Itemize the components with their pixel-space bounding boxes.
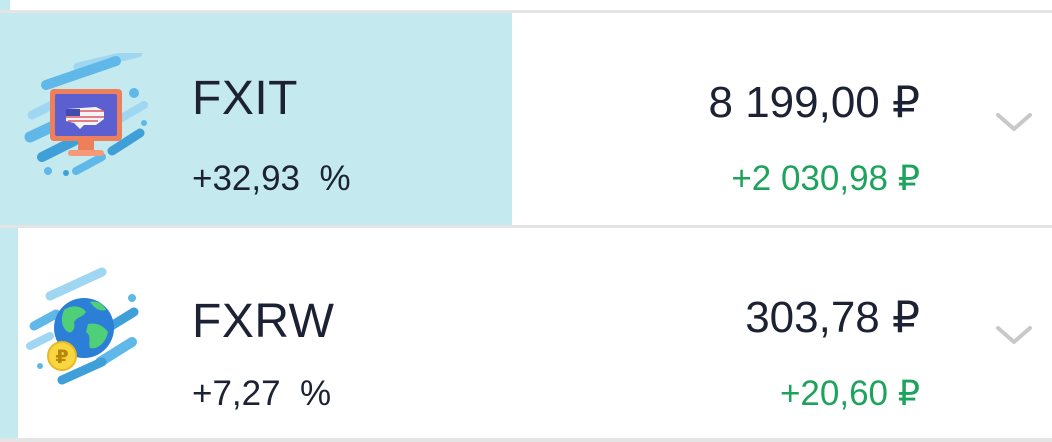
profit-amount: +2 030,98 ₽ [731,159,920,198]
fund-ticker: FXIT [192,72,298,125]
previous-row-highlight [0,0,10,10]
position-value: 8 199,00 ₽ [708,78,921,127]
us-flag-monitor-icon [24,53,148,176]
chevron-down-icon[interactable] [992,320,1036,350]
return-percent: +32,93 % [192,159,351,198]
divider [0,438,1052,442]
globe-ruble-icon: ₽ [26,267,139,385]
profit-amount: +20,60 ₽ [779,374,920,413]
chevron-down-icon[interactable] [992,107,1036,137]
svg-text:₽: ₽ [55,346,68,368]
position-value: 303,78 ₽ [745,293,920,342]
holdings-list: FXIT +32,93 % 8 199,00 ₽ +2 030,98 ₽ ₽ F… [0,0,1052,442]
fund-ticker: FXRW [192,295,335,348]
holding-row-fxrw[interactable]: ₽ FXRW +7,27 % 303,78 ₽ +20,60 ₽ [0,228,1052,438]
return-percent: +7,27 % [192,374,332,413]
highlight-bar [0,228,18,438]
holding-row-fxit[interactable]: FXIT +32,93 % 8 199,00 ₽ +2 030,98 ₽ [0,13,1052,225]
